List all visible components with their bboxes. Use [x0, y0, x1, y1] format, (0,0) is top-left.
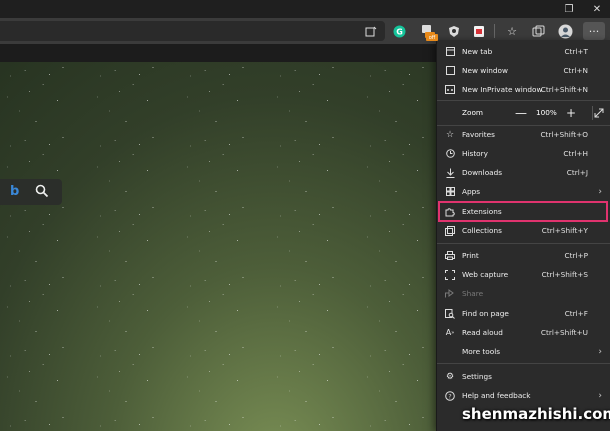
apps-icon [445, 187, 455, 197]
favorites-star-icon: ☆ [445, 129, 455, 140]
menu-item-web-capture[interactable]: Web capture Ctrl+Shift+S [437, 265, 610, 284]
search-icon[interactable] [35, 183, 49, 202]
download-icon [445, 168, 455, 178]
web-capture-icon [445, 269, 455, 280]
menu-shortcut: Ctrl+Shift+Y [541, 226, 588, 235]
new-window-icon [445, 66, 455, 76]
menu-divider [437, 243, 610, 244]
menu-item-downloads[interactable]: Downloads Ctrl+J [437, 163, 610, 182]
toolbar-divider [494, 24, 495, 38]
help-icon: ? [445, 390, 455, 401]
menu-shortcut: Ctrl+H [563, 149, 588, 158]
svg-text:G: G [396, 27, 403, 36]
zoom-row: Zoom — 100% + [437, 101, 610, 125]
menu-shortcut: Ctrl+Shift+O [540, 130, 588, 139]
menu-label: New InPrivate window [462, 85, 543, 94]
fullscreen-icon[interactable] [591, 105, 607, 121]
off-badge-label: off [426, 34, 438, 41]
title-bar: ❐ ✕ [0, 0, 610, 18]
menu-label: Favorites [462, 130, 495, 139]
close-icon[interactable]: ✕ [586, 0, 608, 18]
zoom-in-button[interactable]: + [563, 105, 579, 121]
menu-shortcut: Ctrl+Shift+S [541, 270, 588, 279]
chevron-right-icon: › [598, 390, 602, 401]
menu-shortcut: Ctrl+P [564, 251, 589, 260]
menu-label: Collections [462, 226, 502, 235]
menu-item-new-tab[interactable]: New tab Ctrl+T [437, 42, 610, 61]
menu-shortcut: Ctrl+N [563, 66, 588, 75]
menu-label: Apps [462, 187, 481, 196]
restore-icon[interactable]: ❐ [558, 0, 580, 18]
menu-shortcut: Ctrl+F [564, 309, 588, 318]
settings-menu: New tab Ctrl+T New window Ctrl+N New InP… [436, 40, 610, 431]
menu-item-settings[interactable]: ⚙ Settings [437, 367, 610, 386]
favorites-icon[interactable]: ☆ [503, 22, 521, 40]
menu-item-apps[interactable]: Apps › [437, 182, 610, 201]
more-menu-icon[interactable]: ··· [583, 22, 605, 40]
menu-shortcut: Ctrl+T [564, 47, 588, 56]
zoom-value: 100% [536, 108, 557, 117]
profile-avatar-icon[interactable] [556, 22, 574, 40]
menu-label: More tools [462, 347, 501, 356]
new-tab-icon [445, 47, 455, 57]
reading-view-icon[interactable] [362, 22, 380, 40]
menu-item-collections[interactable]: Collections Ctrl+Shift+Y [437, 221, 610, 240]
menu-label: History [462, 149, 488, 158]
menu-divider [437, 363, 610, 364]
extensions-highlight-frame [438, 201, 608, 222]
menu-label: Print [462, 251, 479, 260]
zoom-out-button[interactable]: — [513, 105, 529, 121]
menu-item-new-inprivate-window[interactable]: New InPrivate window Ctrl+Shift+N [437, 80, 610, 99]
address-bar[interactable] [0, 21, 385, 41]
collections-menu-icon [445, 225, 455, 236]
history-icon [445, 149, 455, 159]
grammarly-icon[interactable]: G [390, 22, 408, 40]
menu-label: Find on page [462, 309, 509, 318]
chevron-right-icon: › [598, 186, 602, 197]
collections-icon[interactable] [529, 22, 547, 40]
menu-shortcut: Ctrl+Shift+N [540, 85, 588, 94]
menu-label: Downloads [462, 168, 503, 177]
bing-icon: b [10, 184, 20, 199]
zoom-label: Zoom [462, 108, 484, 117]
pdf-extension-icon[interactable] [470, 22, 488, 40]
menu-label: Share [462, 289, 484, 298]
menu-item-more-tools[interactable]: More tools › [437, 342, 610, 361]
menu-label: New window [462, 66, 508, 75]
menu-shortcut: Ctrl+Shift+U [540, 328, 588, 337]
menu-item-print[interactable]: Print Ctrl+P [437, 246, 610, 265]
menu-item-favorites[interactable]: ☆ Favorites Ctrl+Shift+O [437, 125, 610, 144]
gear-icon: ⚙ [445, 371, 455, 382]
watermark: shenmazhishi.com [462, 405, 610, 423]
menu-label: New tab [462, 47, 493, 56]
menu-label: Web capture [462, 270, 509, 279]
menu-shortcut: Ctrl+J [566, 168, 588, 177]
menu-label: Settings [462, 372, 492, 381]
menu-item-new-window[interactable]: New window Ctrl+N [437, 61, 610, 80]
print-icon [445, 251, 455, 261]
share-icon [445, 289, 455, 299]
shield-extension-icon[interactable] [445, 22, 463, 40]
menu-item-help-and-feedback[interactable]: ? Help and feedback › [437, 386, 610, 405]
menu-item-share: Share [437, 284, 610, 303]
menu-label: Help and feedback [462, 391, 531, 400]
search-box[interactable]: b [0, 179, 62, 205]
read-aloud-icon: A» [445, 328, 455, 337]
menu-item-read-aloud[interactable]: A» Read aloud Ctrl+Shift+U [437, 323, 610, 342]
menu-label: Read aloud [462, 328, 503, 337]
menu-item-find-on-page[interactable]: Find on page Ctrl+F [437, 304, 610, 323]
menu-item-history[interactable]: History Ctrl+H [437, 144, 610, 163]
chevron-right-icon: › [598, 346, 602, 357]
inprivate-icon [445, 85, 455, 95]
svg-text:?: ? [448, 392, 451, 400]
find-on-page-icon [445, 308, 455, 319]
